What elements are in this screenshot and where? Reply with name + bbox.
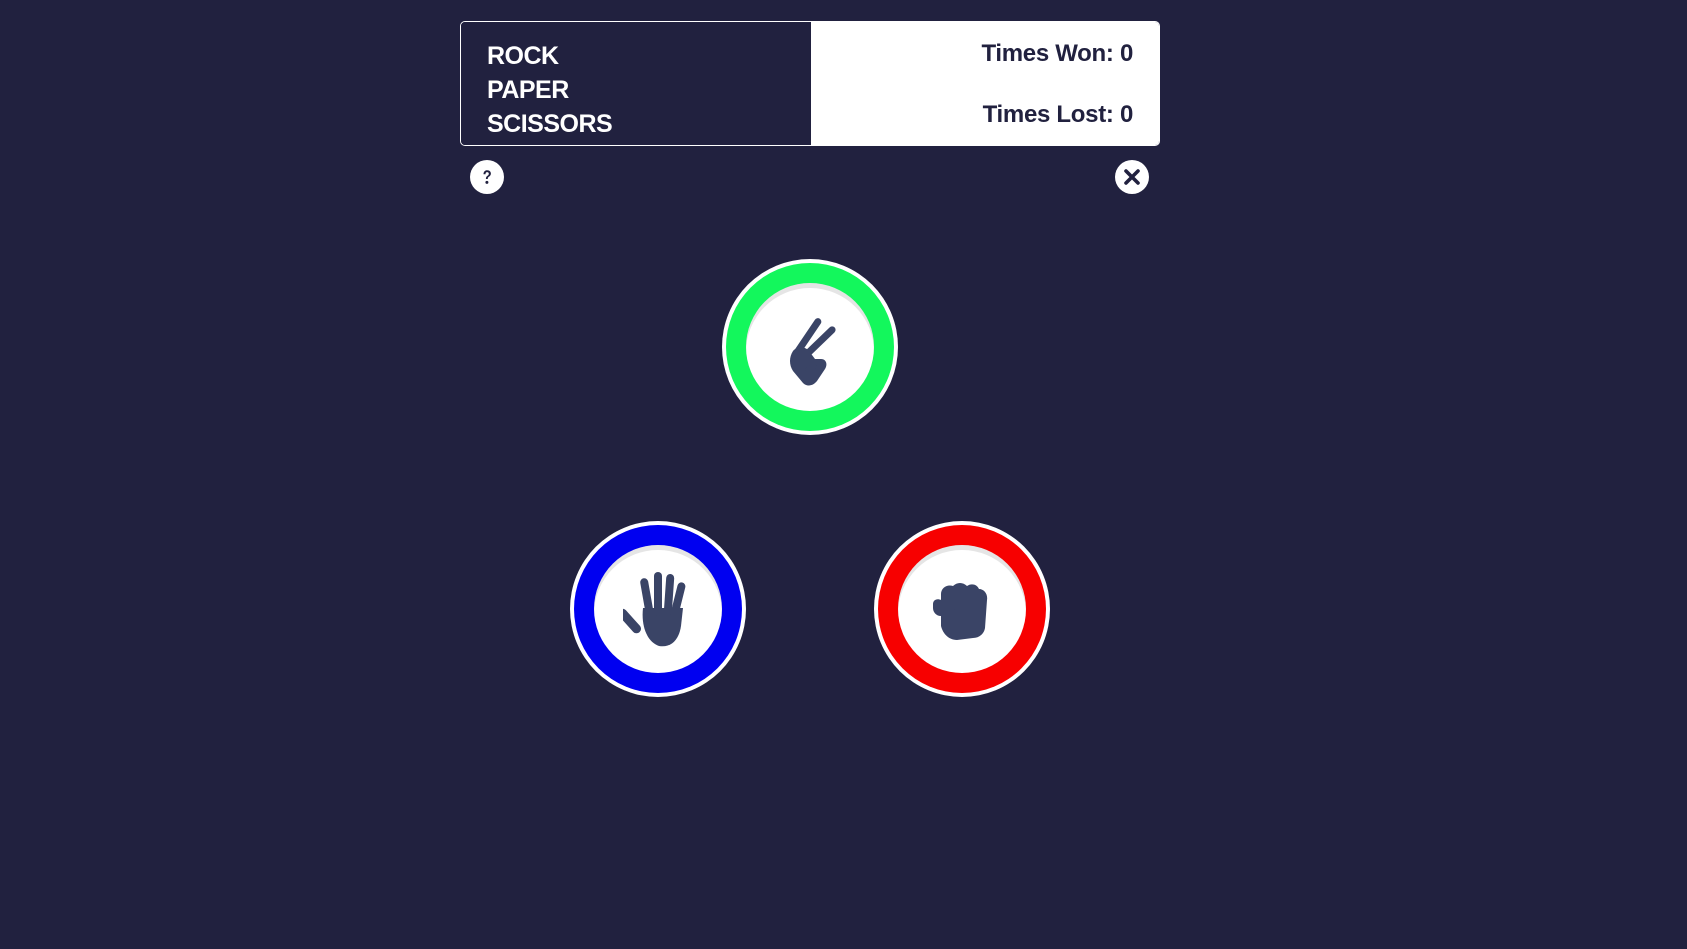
- x-circle-icon: [1124, 169, 1140, 185]
- scoreboard: ROCK PAPER SCISSORS Times Won: 0 Times L…: [460, 21, 1160, 146]
- title-line-scissors: SCISSORS: [487, 110, 613, 138]
- times-lost-counter: Times Lost: 0: [982, 101, 1134, 128]
- game-stage: ROCK PAPER SCISSORS Times Won: 0 Times L…: [0, 0, 1687, 949]
- scissors-inner: [746, 283, 874, 411]
- open-hand-icon: [623, 572, 686, 647]
- paper-choice-button[interactable]: [570, 521, 746, 697]
- close-button[interactable]: [1115, 160, 1149, 194]
- title-line-rock: ROCK: [487, 42, 559, 70]
- score-panel: Times Won: 0 Times Lost: 0: [811, 22, 1159, 145]
- fist-icon: [933, 583, 988, 640]
- rock-choice-button[interactable]: [874, 521, 1050, 697]
- scissors-hand-icon: [790, 318, 836, 386]
- game-title: ROCK PAPER SCISSORS: [461, 22, 811, 145]
- paper-inner: [594, 545, 722, 673]
- question-circle-icon: [483, 170, 491, 184]
- times-won-counter: Times Won: 0: [981, 40, 1133, 67]
- rock-inner: [898, 545, 1026, 673]
- title-line-paper: PAPER: [487, 76, 569, 104]
- help-button[interactable]: [470, 160, 504, 194]
- scissors-choice-button[interactable]: [722, 259, 898, 435]
